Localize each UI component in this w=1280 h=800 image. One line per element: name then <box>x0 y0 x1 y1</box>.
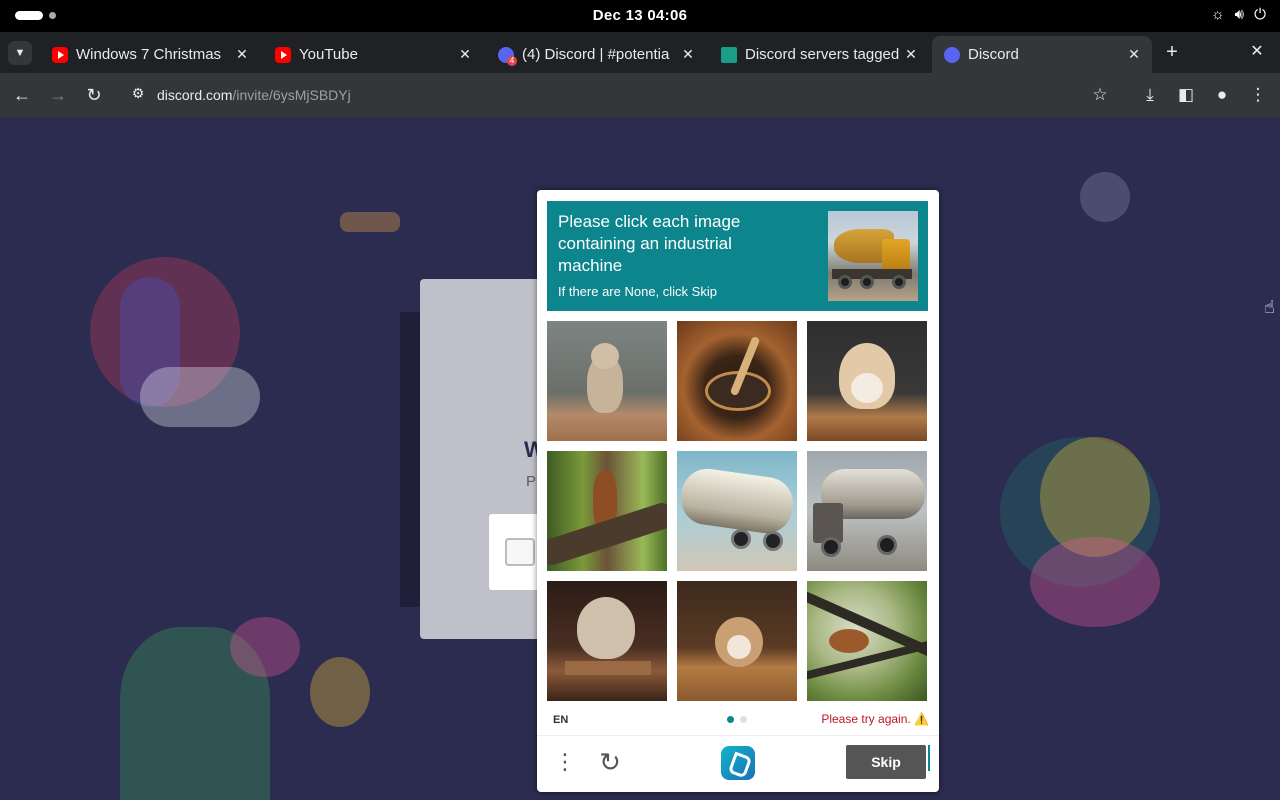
wheel <box>877 535 897 555</box>
browser-toolbar: ← → ↻ ⚙ discord.com/invite/6ysMjSBDYj ☆ … <box>0 73 1280 117</box>
tab-discord-channel[interactable]: (4) Discord | #potentia ✕ <box>486 36 706 73</box>
wheel <box>821 537 841 557</box>
volume-icon[interactable]: 🔊︎ <box>1235 6 1244 23</box>
background-illustration <box>310 657 370 727</box>
invite-subtext: P <box>526 473 537 490</box>
challenge-instruction: Please click each image containing an in… <box>558 212 741 275</box>
power-icon[interactable]: ⏻ <box>1254 6 1266 23</box>
bookmark-star-icon[interactable]: ☆ <box>1088 83 1112 107</box>
focus-edge <box>928 745 930 771</box>
background-panel-edge <box>400 312 420 607</box>
tab-discord-servers-tagged[interactable]: Discord servers tagged ✕ <box>709 36 929 73</box>
progress-dot-current <box>727 716 734 723</box>
language-selector[interactable]: EN <box>553 714 568 726</box>
hamster-belly <box>727 635 751 659</box>
tile-wooden-spoon-bowl[interactable] <box>677 321 797 441</box>
error-message: Please try again. ⚠️ <box>821 712 929 726</box>
clock[interactable]: Dec 13 04:06 <box>0 7 1280 24</box>
url-text[interactable]: discord.com/invite/6ysMjSBDYj <box>157 87 351 103</box>
tile-tanker-truck-side[interactable] <box>807 451 927 571</box>
footer-divider <box>537 735 939 736</box>
hamster-head <box>591 343 619 369</box>
youtube-icon <box>52 46 68 63</box>
browser-menu-icon[interactable]: ⋮ <box>1246 83 1270 107</box>
tab-title: (4) Discord | #potentia <box>522 46 670 63</box>
skip-button[interactable]: Skip <box>846 745 926 779</box>
close-icon[interactable]: ✕ <box>1124 46 1144 63</box>
discord-icon <box>944 46 960 63</box>
tile-hamster-on-table[interactable] <box>807 321 927 441</box>
back-button[interactable]: ← <box>10 83 34 107</box>
system-tray[interactable]: ☼ 🔊︎ ⏻ <box>1211 6 1266 23</box>
close-icon[interactable]: ✕ <box>455 46 475 63</box>
wooden-board <box>565 661 651 675</box>
reload-button[interactable]: ↻ <box>82 83 106 107</box>
wheel <box>860 275 874 289</box>
tab-title: Windows 7 Christmas <box>76 46 222 63</box>
url-host: discord.com <box>157 87 233 103</box>
background-illustration <box>140 367 260 427</box>
background-illustration <box>1080 172 1130 222</box>
refresh-challenge-button[interactable]: ↻ <box>597 748 623 776</box>
tile-hamster-on-board[interactable] <box>547 581 667 701</box>
tab-search-button[interactable]: ▼ <box>8 41 32 65</box>
challenge-progress-dots <box>727 716 747 723</box>
wheel <box>731 529 751 549</box>
page-content: W P Please click each image containing a… <box>0 117 1280 800</box>
challenge-skip-hint: If there are None, click Skip <box>558 284 717 299</box>
url-path: /invite/6ysMjSBDYj <box>232 87 351 103</box>
hamster-body <box>577 597 635 659</box>
hcaptcha-logo[interactable] <box>721 746 755 780</box>
brightness-icon[interactable]: ☼ <box>1211 6 1225 23</box>
tab-windows-7-christmas[interactable]: Windows 7 Christmas ✕ <box>40 36 260 73</box>
profile-icon[interactable]: ● <box>1210 83 1234 107</box>
side-panel-icon[interactable]: ◧ <box>1174 83 1198 107</box>
window-close-button[interactable]: ✕ <box>1247 40 1267 64</box>
forward-button[interactable]: → <box>46 83 70 107</box>
youtube-icon <box>275 46 291 63</box>
progress-dot <box>740 716 747 723</box>
close-icon[interactable]: ✕ <box>232 46 252 63</box>
challenge-prompt: Please click each image containing an in… <box>547 201 928 311</box>
hcaptcha-challenge: Please click each image containing an in… <box>537 190 939 792</box>
tile-hamster-standing[interactable] <box>547 321 667 441</box>
close-icon[interactable]: ✕ <box>901 46 921 63</box>
menu-button[interactable]: ⋮ <box>554 748 576 776</box>
browser-tab-bar: ▼ Windows 7 Christmas ✕ YouTube ✕ (4) Di… <box>0 32 1280 73</box>
squirrel <box>829 629 869 653</box>
new-tab-button[interactable]: + <box>1160 40 1184 64</box>
download-icon[interactable]: ⤓ <box>1138 83 1162 107</box>
wheel <box>838 275 852 289</box>
tile-squirrel-in-branches[interactable] <box>807 581 927 701</box>
background-illustration <box>340 212 400 232</box>
hand-cursor-icon: ☝ <box>1264 297 1275 317</box>
system-top-bar: Dec 13 04:06 ☼ 🔊︎ ⏻ <box>0 0 1280 32</box>
human-check-checkbox[interactable] <box>505 538 535 566</box>
background-illustration <box>1030 537 1160 627</box>
truck-cab <box>882 239 910 273</box>
wheel <box>892 275 906 289</box>
tile-hamster-on-table-2[interactable] <box>677 581 797 701</box>
example-image <box>828 211 918 301</box>
tab-title: Discord servers tagged <box>745 46 900 63</box>
discord-icon <box>498 46 517 66</box>
hamster-belly <box>851 373 883 403</box>
top-gg-icon <box>721 46 737 63</box>
background-illustration <box>230 617 300 677</box>
tab-discord[interactable]: Discord ✕ <box>932 36 1152 73</box>
wheel <box>763 531 783 551</box>
close-icon[interactable]: ✕ <box>678 46 698 63</box>
site-info-icon[interactable]: ⚙ <box>128 85 148 105</box>
address-bar[interactable]: ⚙ discord.com/invite/6ysMjSBDYj <box>118 79 1128 111</box>
tab-youtube[interactable]: YouTube ✕ <box>263 36 483 73</box>
tab-title: Discord <box>968 46 1019 63</box>
tile-squirrel-on-tree[interactable] <box>547 451 667 571</box>
tile-tanker-truck[interactable] <box>677 451 797 571</box>
tab-title: YouTube <box>299 46 358 63</box>
